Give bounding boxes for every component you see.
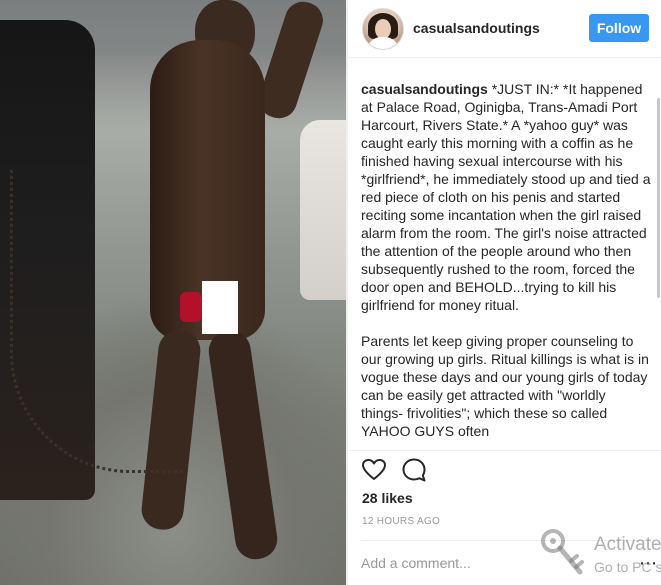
comment-icon[interactable] [401, 457, 427, 483]
caption-paragraph: Parents let keep giving proper counselin… [361, 332, 651, 440]
avatar[interactable] [362, 8, 404, 50]
photo-subject-leg-right [206, 328, 280, 562]
header-username[interactable]: casualsandoutings [413, 20, 540, 36]
caption-text: Parents let keep giving proper counselin… [361, 333, 649, 439]
caption-username[interactable]: casualsandoutings [361, 81, 488, 97]
caption-area: casualsandoutings *JUST IN:* *It happene… [348, 58, 661, 450]
photo-bystander-right [300, 120, 346, 300]
likes-count[interactable]: 28 likes [362, 490, 413, 506]
caption-text: *JUST IN:* *It happened at Palace Road, … [361, 81, 651, 313]
photo-censor-box [202, 281, 238, 334]
caption-paragraph: casualsandoutings *JUST IN:* *It happene… [361, 80, 651, 314]
heart-icon[interactable] [361, 457, 387, 483]
photo-chain [10, 170, 183, 473]
post-photo[interactable] [0, 0, 346, 585]
photo-red-cloth [180, 292, 202, 322]
post-side-panel: casualsandoutings Follow casualsandoutin… [348, 0, 661, 585]
caption: casualsandoutings *JUST IN:* *It happene… [361, 80, 651, 450]
activation-watermark-title: Activate [594, 534, 661, 555]
post-timestamp[interactable]: 12 HOURS AGO [362, 516, 440, 527]
follow-button[interactable]: Follow [589, 14, 649, 42]
caption-scrollbar[interactable] [657, 98, 660, 298]
add-comment-input[interactable] [361, 550, 541, 576]
key-icon [541, 529, 584, 575]
actions-divider [348, 450, 661, 451]
post-header: casualsandoutings Follow [348, 0, 661, 58]
activation-watermark-subtitle: Go to PC s [594, 559, 661, 575]
